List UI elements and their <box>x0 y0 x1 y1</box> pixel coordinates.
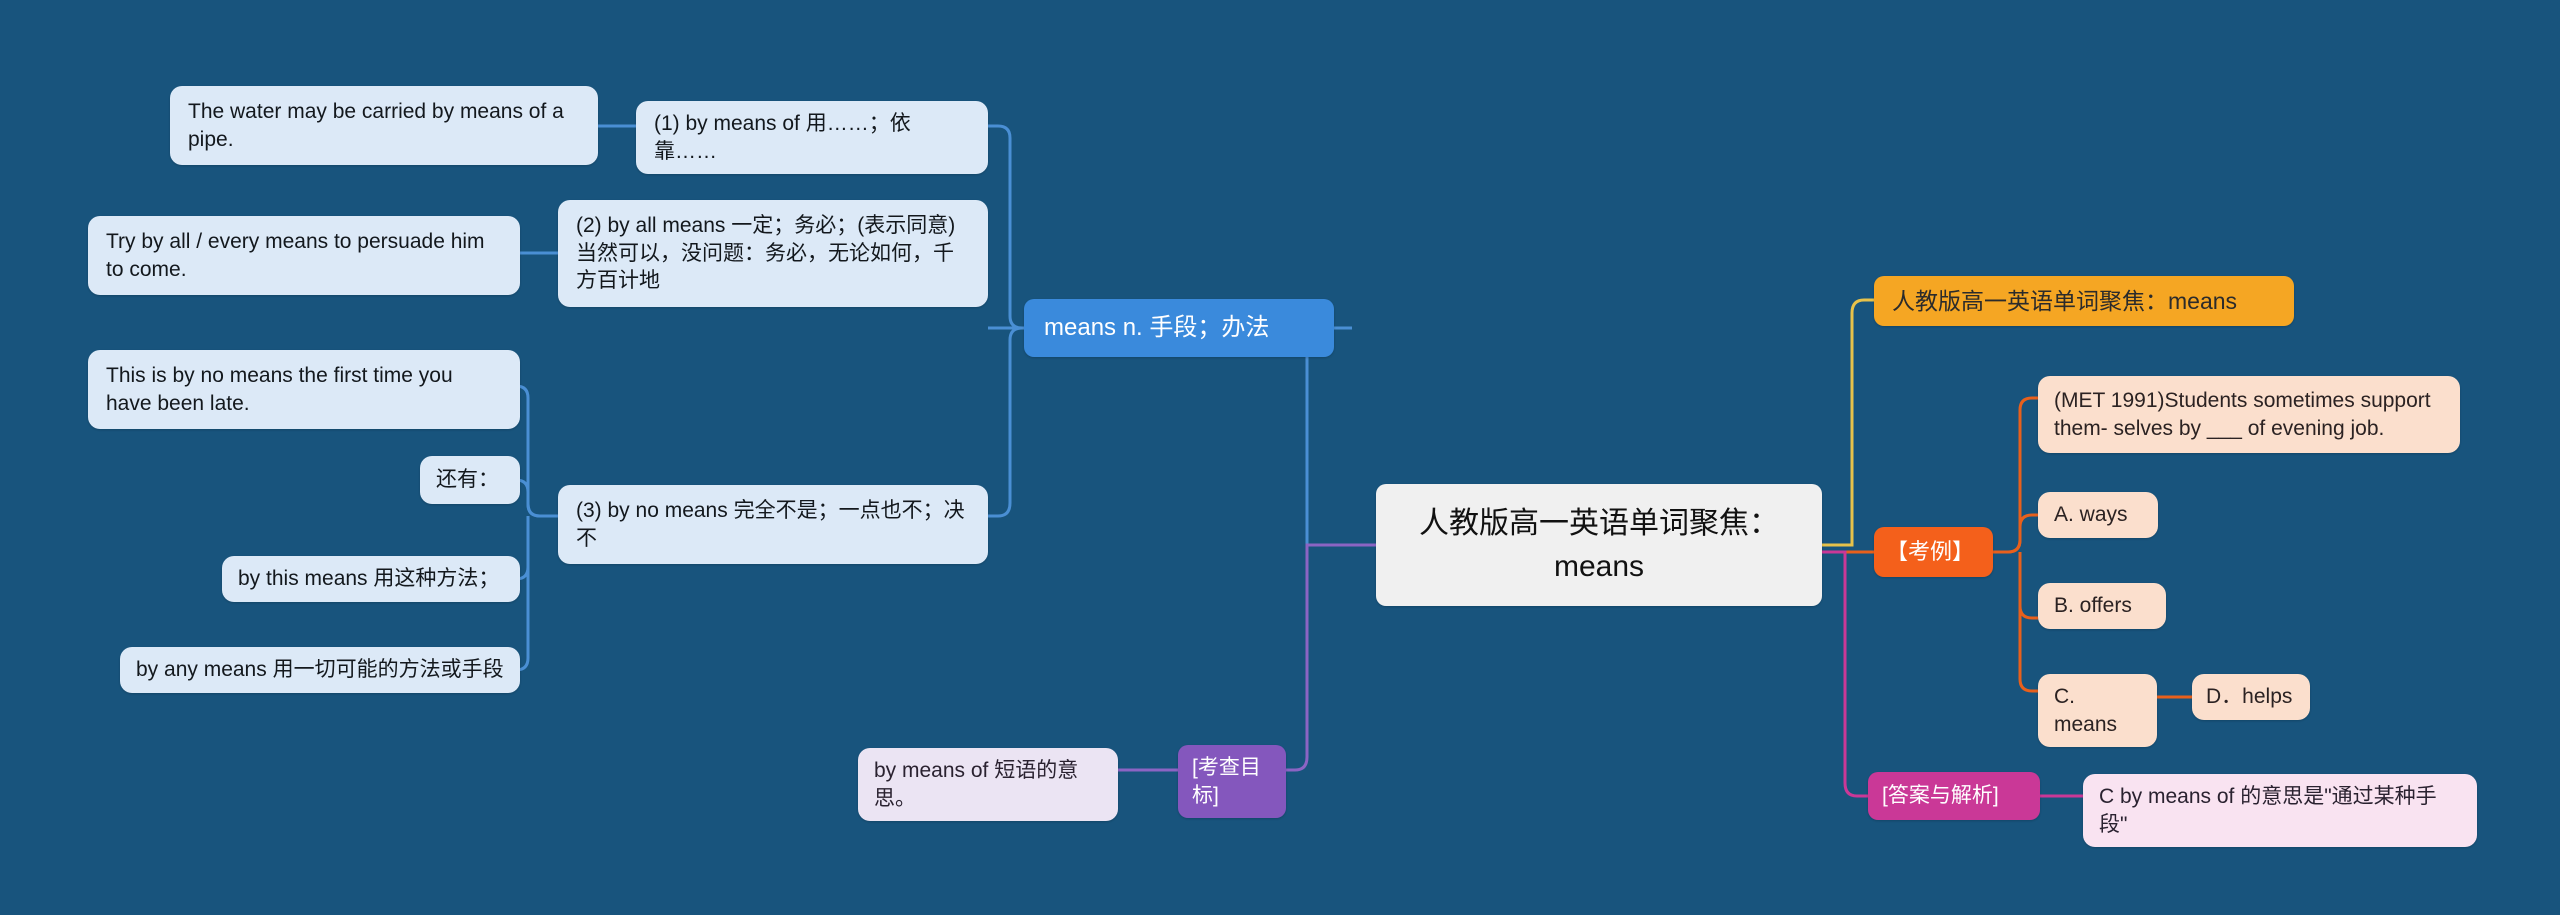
exam-target-detail-node[interactable]: by means of 短语的意思。 <box>858 748 1118 822</box>
answer-detail-label: C by means of 的意思是"通过某种手段" <box>2099 785 2437 836</box>
extra-header-node[interactable]: 还有： <box>420 456 520 504</box>
example-node-2-label: Try by all / every means to persuade him… <box>106 230 491 281</box>
example-node-1-label: The water may be carried by means of a p… <box>188 100 570 151</box>
exam-option-c[interactable]: C. means <box>2038 674 2157 748</box>
means-main-node-label: means n. 手段；办法 <box>1044 314 1270 342</box>
link-central-to-means <box>1305 326 1376 547</box>
example-node-3-label: This is by no means the first time you h… <box>106 364 459 415</box>
central-topic-label: 人教版高一英语单词聚焦：means <box>1419 506 1779 584</box>
link-def3-to-children-trunk <box>515 384 558 518</box>
extra-item-1[interactable]: by this means 用这种方法； <box>222 556 520 602</box>
definition-node-1-label: (1) by means of 用……；依靠…… <box>654 112 911 163</box>
exam-option-d[interactable]: D．helps <box>2192 674 2310 720</box>
link-exam-to-optionB <box>2018 552 2038 620</box>
exam-option-d-label: D．helps <box>2206 685 2293 709</box>
exam-option-a[interactable]: A. ways <box>2038 492 2158 538</box>
definition-node-3[interactable]: (3) by no means 完全不是；一点也不；决不 <box>558 485 988 565</box>
link-central-to-target <box>1286 543 1376 772</box>
means-main-node[interactable]: means n. 手段；办法 <box>1024 299 1334 357</box>
exam-option-a-label: A. ways <box>2054 503 2128 527</box>
exam-target-label: [考查目标] <box>1192 756 1261 807</box>
exam-option-c-label: C. means <box>2054 685 2118 736</box>
example-node-3[interactable]: This is by no means the first time you h… <box>88 350 520 430</box>
answer-label: [答案与解析] <box>1882 784 1999 808</box>
extra-header-label: 还有： <box>436 468 499 492</box>
exam-option-b-label: B. offers <box>2054 594 2132 618</box>
link-central-to-title <box>1822 298 1874 547</box>
link-exam-to-optionC <box>2018 552 2038 693</box>
mindmap-canvas: The water may be carried by means of a p… <box>0 0 2560 915</box>
answer-detail-node[interactable]: C by means of 的意思是"通过某种手段" <box>2083 774 2477 848</box>
extra-item-1-label: by this means 用这种方法； <box>238 567 500 591</box>
extra-item-2-label: by any means 用一切可能的方法或手段 <box>136 658 504 682</box>
link-exam-to-question <box>1993 396 2038 554</box>
exam-target-detail-label: by means of 短语的意思。 <box>874 759 1079 810</box>
example-node-2[interactable]: Try by all / every means to persuade him… <box>88 216 520 296</box>
exam-case-label: 【考例】 <box>1886 539 1975 565</box>
exam-option-b[interactable]: B. offers <box>2038 583 2166 629</box>
right-title-label: 人教版高一英语单词聚焦：means <box>1892 287 2238 314</box>
exam-question-node[interactable]: (MET 1991)Students sometimes support the… <box>2038 376 2460 454</box>
link-means-to-defs-trunk <box>988 124 1192 330</box>
exam-target-node[interactable]: [考查目标] <box>1178 745 1286 819</box>
central-topic-node[interactable]: 人教版高一英语单词聚焦：means <box>1376 484 1822 606</box>
definition-node-3-label: (3) by no means 完全不是；一点也不；决不 <box>576 499 965 550</box>
definition-node-2[interactable]: (2) by all means 一定；务必；(表示同意)当然可以，没问题：务必… <box>558 200 988 308</box>
extra-item-2[interactable]: by any means 用一切可能的方法或手段 <box>120 647 520 693</box>
link-exam-to-optionA <box>1993 513 2038 554</box>
exam-case-node[interactable]: 【考例】 <box>1874 527 1993 577</box>
definition-node-2-label: (2) by all means 一定；务必；(表示同意)当然可以，没问题：务必… <box>576 214 956 293</box>
definition-node-1[interactable]: (1) by means of 用……；依靠…… <box>636 101 988 175</box>
exam-question-label: (MET 1991)Students sometimes support the… <box>2054 389 2437 440</box>
example-node-1[interactable]: The water may be carried by means of a p… <box>170 86 598 166</box>
right-title-node[interactable]: 人教版高一英语单词聚焦：means <box>1874 276 2294 326</box>
link-central-to-answer <box>1822 550 1868 798</box>
link-means-to-def3 <box>988 326 1023 518</box>
answer-node[interactable]: [答案与解析] <box>1868 772 2040 820</box>
